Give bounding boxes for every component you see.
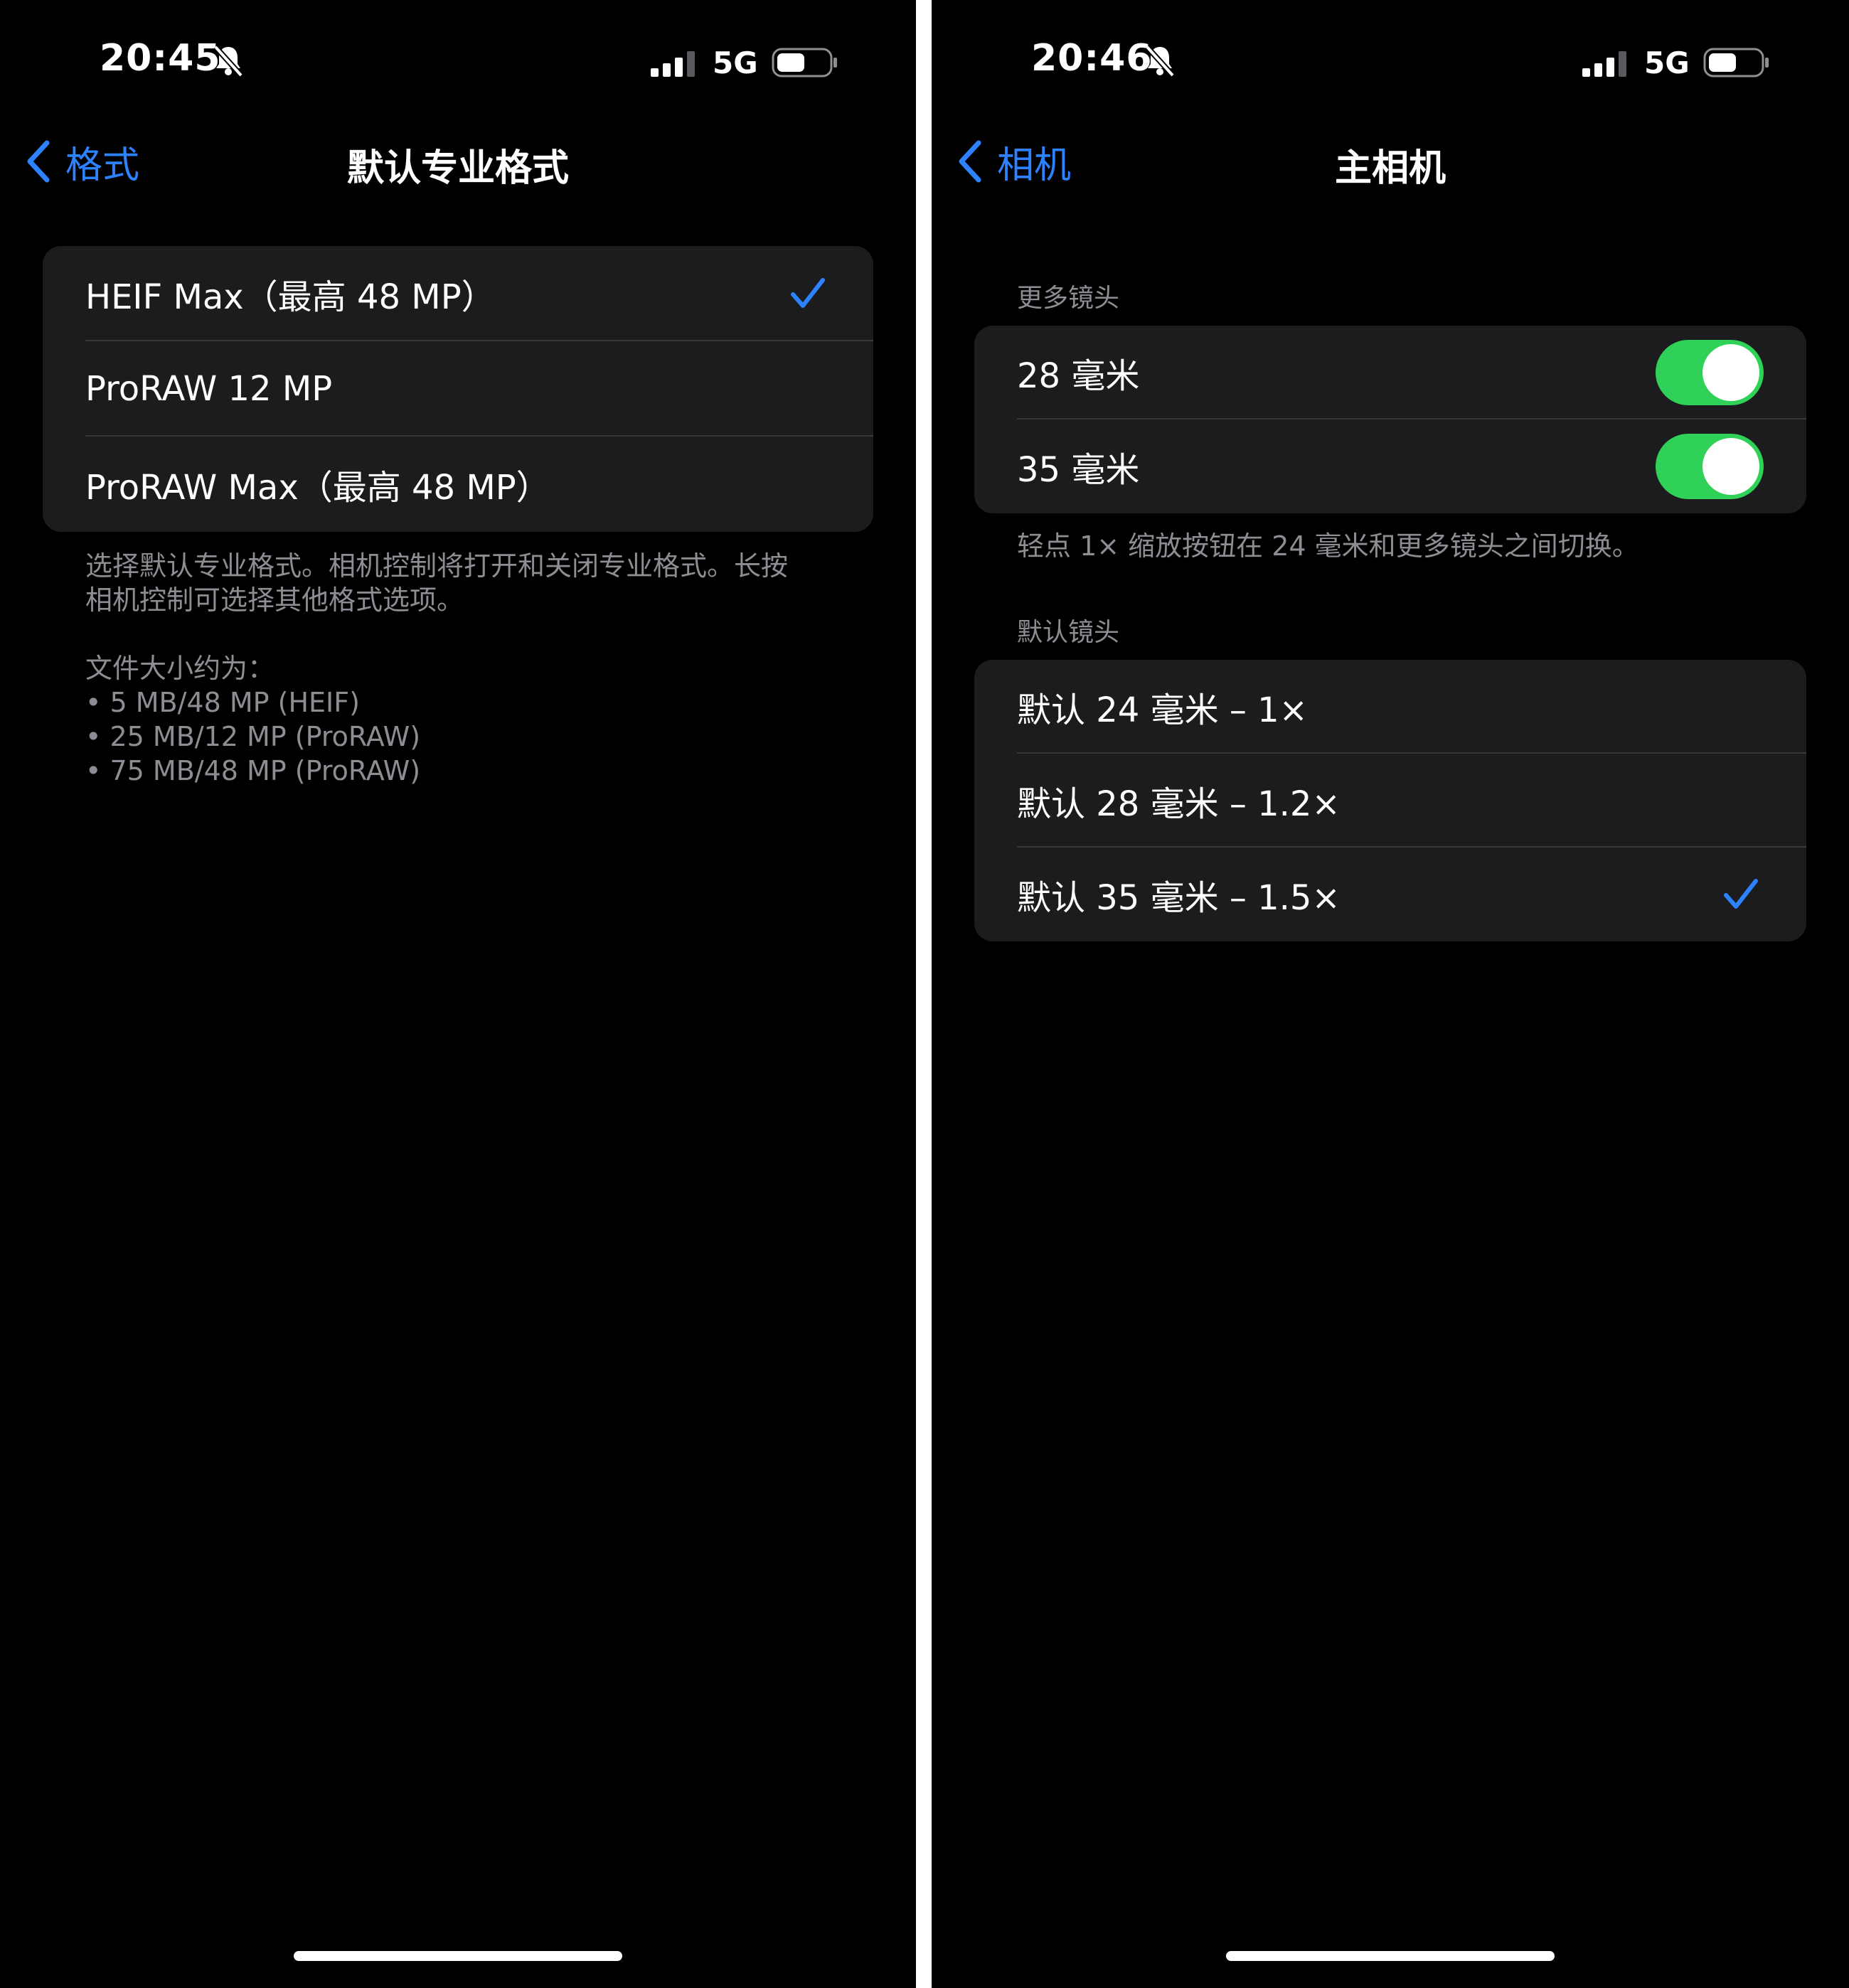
home-indicator[interactable] xyxy=(1226,1951,1555,1961)
lens-label: 35 毫米 xyxy=(1017,450,1140,490)
lens-row-35mm: 35 毫米 xyxy=(974,419,1806,513)
lens-row-28mm: 28 毫米 xyxy=(974,326,1806,419)
default-lens-row-28mm[interactable]: 默认 28 毫米 – 1.2× xyxy=(974,754,1806,848)
option-row-proraw-max[interactable]: ProRAW Max（最高 48 MP） xyxy=(43,437,873,532)
description-line: 相机控制可选择其他格式选项。 xyxy=(85,584,464,616)
page-title: 默认专业格式 xyxy=(346,147,569,190)
option-row-heif-max[interactable]: HEIF Max（最高 48 MP） xyxy=(43,246,873,341)
section-header-default-lens: 默认镜头 xyxy=(1017,618,1120,647)
status-time: 20:45 xyxy=(100,37,221,80)
battery-icon xyxy=(772,48,837,78)
option-label: ProRAW 12 MP xyxy=(85,369,333,409)
bell-slash-icon xyxy=(213,45,243,78)
default-lens-row-24mm[interactable]: 默认 24 毫米 – 1× xyxy=(974,660,1806,754)
default-lens-group: 默认 24 毫米 – 1× 默认 28 毫米 – 1.2× 默认 35 毫米 –… xyxy=(974,660,1806,941)
option-label: ProRAW Max（最高 48 MP） xyxy=(85,468,550,508)
status-time: 20:46 xyxy=(1031,37,1153,80)
more-lenses-group: 28 毫米 35 毫米 xyxy=(974,326,1806,513)
description-line: 选择默认专业格式。相机控制将打开和关闭专业格式。长按 xyxy=(85,550,789,582)
default-lens-label: 默认 24 毫米 – 1× xyxy=(1017,690,1308,730)
option-label: HEIF Max（最高 48 MP） xyxy=(85,277,496,317)
right-screen: 20:46 5G 相机 主相机 更多镜头 28 毫米 35 毫米 轻点 1× 缩… xyxy=(932,0,1849,1988)
left-screen: 20:45 5G 格式 默认专业格式 HEIF Max（最高 48 MP） Pr… xyxy=(0,0,916,1988)
default-lens-label: 默认 35 毫米 – 1.5× xyxy=(1017,878,1341,918)
signal-icon xyxy=(651,51,695,77)
toggle-28mm[interactable] xyxy=(1656,340,1764,405)
option-row-proraw-12[interactable]: ProRAW 12 MP xyxy=(43,341,873,437)
format-description: 选择默认专业格式。相机控制将打开和关闭专业格式。长按 相机控制可选择其他格式选项… xyxy=(85,549,866,617)
more-lenses-footer: 轻点 1× 缩放按钮在 24 毫米和更多镜头之间切换。 xyxy=(1017,530,1639,562)
page-title: 主相机 xyxy=(1334,147,1446,190)
bell-slash-icon xyxy=(1145,45,1175,78)
toggle-35mm[interactable] xyxy=(1656,434,1764,499)
file-size-item: • 75 MB/48 MP (ProRAW) xyxy=(85,755,421,786)
network-label: 5G xyxy=(713,46,758,80)
toggle-knob xyxy=(1703,438,1759,495)
network-label: 5G xyxy=(1644,46,1690,80)
checkmark-icon xyxy=(791,278,825,308)
checkmark-icon xyxy=(1724,879,1758,909)
file-size-title: 文件大小约为： xyxy=(85,653,275,684)
file-size-item: • 5 MB/48 MP (HEIF) xyxy=(85,687,360,718)
toggle-knob xyxy=(1703,344,1759,401)
battery-icon xyxy=(1703,48,1769,78)
file-size-info: 文件大小约为： • 5 MB/48 MP (HEIF) • 25 MB/12 M… xyxy=(85,651,866,788)
signal-icon xyxy=(1582,51,1626,77)
home-indicator[interactable] xyxy=(294,1951,622,1961)
default-lens-row-35mm[interactable]: 默认 35 毫米 – 1.5× xyxy=(974,848,1806,941)
default-lens-label: 默认 28 毫米 – 1.2× xyxy=(1017,784,1341,824)
file-size-item: • 25 MB/12 MP (ProRAW) xyxy=(85,721,421,752)
lens-label: 28 毫米 xyxy=(1017,356,1140,396)
section-header-more-lenses: 更多镜头 xyxy=(1017,284,1120,313)
format-options-group: HEIF Max（最高 48 MP） ProRAW 12 MP ProRAW M… xyxy=(43,246,873,532)
